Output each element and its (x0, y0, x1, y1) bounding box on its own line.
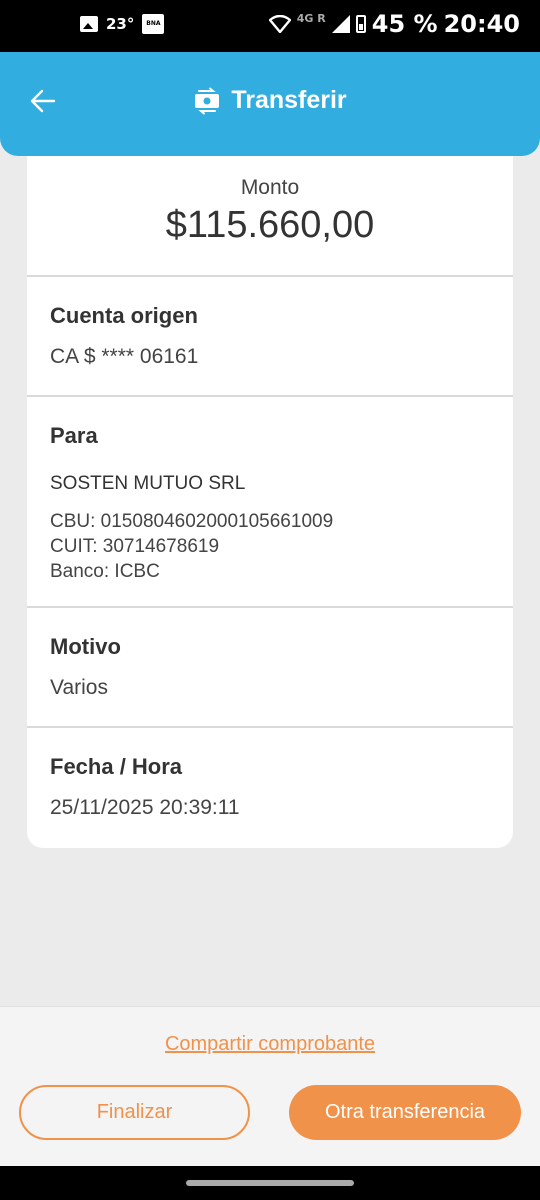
reason-value: Varios (50, 676, 108, 699)
page-title: Transferir (231, 86, 347, 114)
system-nav-bar (0, 1166, 540, 1200)
datetime-label: Fecha / Hora (50, 754, 183, 779)
origin-account-section: Cuenta origen CA $ **** 06161 (27, 277, 513, 397)
datetime-value: 25/11/2025 20:39:11 (50, 796, 240, 819)
reason-label: Motivo (50, 634, 121, 659)
receipt-card: Monto $115.660,00 Cuenta origen CA $ ***… (27, 156, 513, 848)
recipient-section: Para SOSTEN MUTUO SRL CBU: 0150804602000… (27, 397, 513, 608)
battery-icon (355, 15, 366, 33)
finish-button[interactable]: Finalizar (19, 1085, 250, 1140)
wifi-icon (268, 15, 291, 33)
header-title-group: Transferir (0, 86, 540, 115)
clock-text: 20:40 (443, 10, 520, 38)
network-label: 4G R (297, 12, 326, 25)
battery-text: 45 % (371, 10, 438, 38)
datetime-section: Fecha / Hora 25/11/2025 20:39:11 (27, 728, 513, 848)
reason-section: Motivo Varios (27, 608, 513, 728)
recipient-bank: Banco: ICBC (50, 561, 160, 582)
image-icon (80, 16, 98, 32)
share-receipt-link[interactable]: Compartir comprobante (0, 1033, 540, 1056)
bna-icon: BNA (142, 14, 165, 34)
origin-account-value: CA $ **** 06161 (50, 345, 199, 368)
network-type: 4G (296, 11, 314, 25)
money-transfer-icon (195, 87, 220, 114)
amount-value: $115.660,00 (165, 204, 375, 246)
signal-icon (331, 15, 350, 33)
status-left: 23° BNA (80, 14, 165, 34)
amount-label: Monto (240, 176, 300, 199)
status-right: 4G R 45 % 20:40 (268, 10, 520, 38)
origin-account-label: Cuenta origen (50, 303, 198, 328)
another-transfer-button[interactable]: Otra transferencia (289, 1085, 521, 1140)
bottom-actions: Compartir comprobante Finalizar Otra tra… (0, 1006, 540, 1166)
recipient-cuit: CUIT: 30714678619 (50, 536, 220, 557)
recipient-cbu: CBU: 0150804602000105661009 (50, 511, 334, 532)
temperature-text: 23° (106, 15, 135, 33)
recipient-label: Para (50, 423, 98, 448)
roaming-indicator: R (317, 11, 326, 25)
app-header: Transferir (0, 52, 540, 156)
home-indicator[interactable] (186, 1180, 354, 1186)
status-bar: 23° BNA 4G R 45 % 20:40 (0, 0, 540, 52)
recipient-name: SOSTEN MUTUO SRL (50, 473, 246, 494)
amount-section: Monto $115.660,00 (27, 156, 513, 277)
